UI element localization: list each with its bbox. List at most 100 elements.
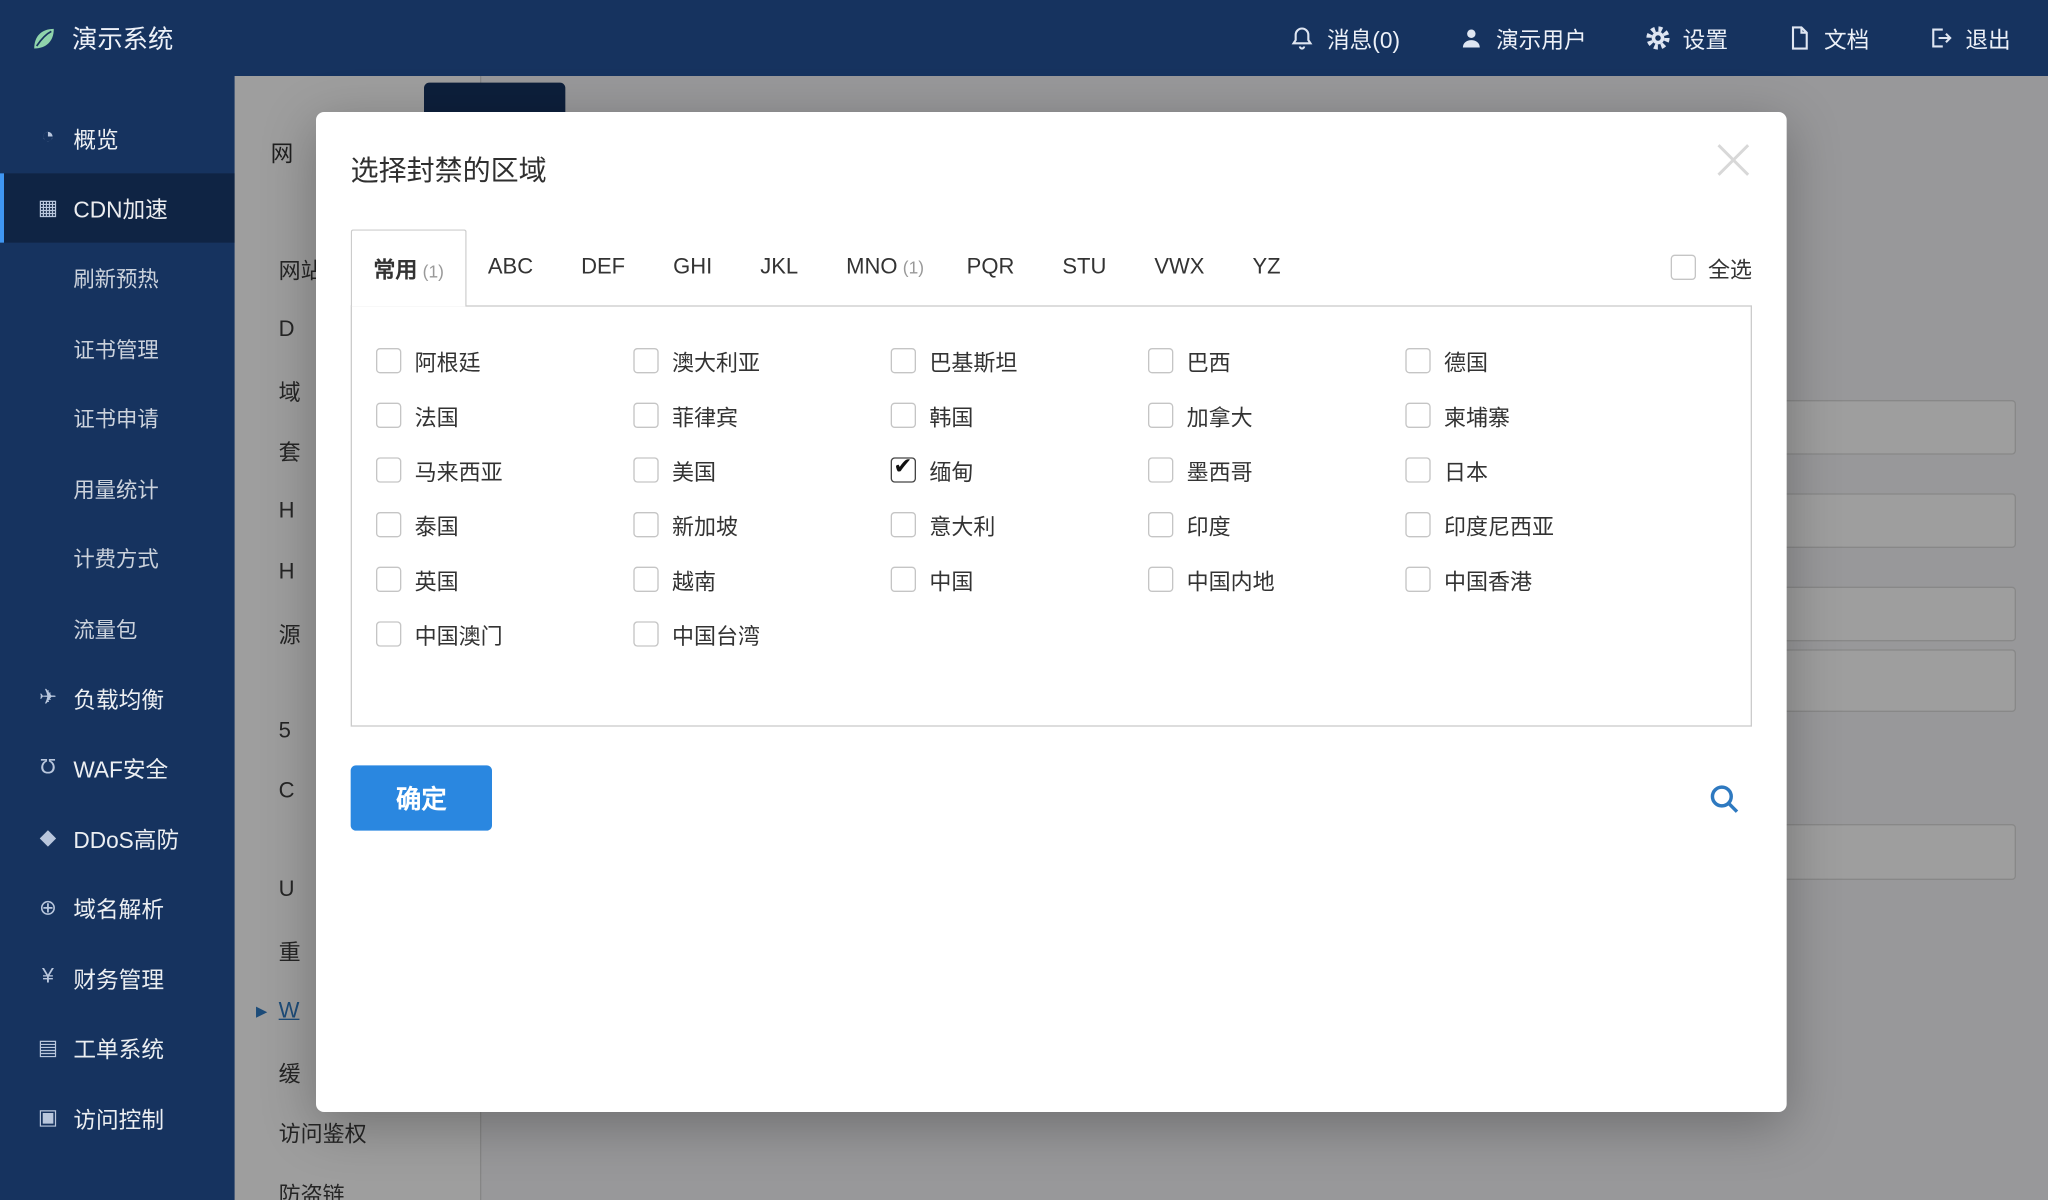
search-icon[interactable] bbox=[1707, 781, 1742, 816]
region-option[interactable]: 巴基斯坦 bbox=[883, 345, 1140, 377]
sidebar-item[interactable]: 流量包 bbox=[0, 593, 235, 663]
region-checkbox[interactable] bbox=[891, 512, 916, 537]
sidebar-item[interactable]: ▣ 访问控制 bbox=[0, 1083, 235, 1153]
region-checkbox[interactable] bbox=[1405, 348, 1430, 373]
region-option[interactable]: 中国内地 bbox=[1140, 563, 1397, 595]
region-checkbox[interactable] bbox=[1148, 457, 1173, 482]
region-option[interactable]: 马来西亚 bbox=[368, 454, 625, 486]
region-checkbox[interactable] bbox=[633, 621, 658, 646]
region-tab[interactable]: MNO(1) bbox=[825, 233, 946, 301]
region-checkbox[interactable] bbox=[1405, 512, 1430, 537]
region-checkbox[interactable] bbox=[376, 348, 401, 373]
select-all-checkbox[interactable] bbox=[1671, 255, 1696, 280]
region-tab[interactable]: VWX bbox=[1133, 233, 1231, 301]
region-tab[interactable]: STU bbox=[1041, 233, 1133, 301]
region-option[interactable]: 柬埔寨 bbox=[1397, 399, 1654, 431]
region-checkbox[interactable] bbox=[633, 348, 658, 373]
region-checkbox[interactable] bbox=[376, 621, 401, 646]
sidebar-item[interactable]: ✈ 负载均衡 bbox=[0, 663, 235, 733]
region-option[interactable]: 澳大利亚 bbox=[625, 345, 882, 377]
region-option[interactable]: 中国 bbox=[883, 563, 1140, 595]
finance-icon: ¥ bbox=[35, 966, 62, 990]
region-option[interactable]: 墨西哥 bbox=[1140, 454, 1397, 486]
region-tab[interactable]: GHI bbox=[652, 233, 739, 301]
sidebar-item[interactable]: ▦ CDN加速 bbox=[0, 173, 235, 243]
region-option[interactable]: 意大利 bbox=[883, 509, 1140, 541]
region-block-modal: 选择封禁的区域 常用(1) ABC DEF bbox=[316, 112, 1787, 1112]
region-option[interactable]: 日本 bbox=[1397, 454, 1654, 486]
sidebar-item-label: 流量包 bbox=[73, 612, 137, 644]
sidebar-item[interactable]: 证书申请 bbox=[0, 383, 235, 453]
region-option[interactable]: 越南 bbox=[625, 563, 882, 595]
sidebar-item[interactable]: 刷新预热 bbox=[0, 243, 235, 313]
modal-title: 选择封禁的区域 bbox=[351, 149, 1752, 189]
close-icon[interactable] bbox=[1707, 133, 1760, 186]
region-checkbox[interactable] bbox=[1405, 403, 1430, 428]
region-checkbox[interactable] bbox=[376, 567, 401, 592]
sidebar-item[interactable]: 计费方式 bbox=[0, 523, 235, 593]
region-label: 日本 bbox=[1444, 454, 1488, 486]
region-option[interactable]: 美国 bbox=[625, 454, 882, 486]
region-option[interactable]: 中国澳门 bbox=[368, 618, 625, 650]
region-label: 越南 bbox=[672, 563, 716, 595]
region-checkbox[interactable] bbox=[1405, 457, 1430, 482]
region-option[interactable]: 泰国 bbox=[368, 509, 625, 541]
region-checkbox[interactable] bbox=[633, 567, 658, 592]
region-checkbox[interactable] bbox=[1148, 403, 1173, 428]
region-label: 新加坡 bbox=[672, 509, 738, 541]
sidebar-item[interactable]: ¥ 财务管理 bbox=[0, 943, 235, 1013]
sidebar-item[interactable]: 用量统计 bbox=[0, 453, 235, 523]
user-nav-item[interactable]: 演示用户 bbox=[1459, 21, 1587, 54]
region-option[interactable]: 韩国 bbox=[883, 399, 1140, 431]
region-tab[interactable]: YZ bbox=[1231, 233, 1307, 301]
region-tabs: 常用(1) ABC DEF GHI JKL bbox=[351, 229, 1752, 305]
logout-nav-item[interactable]: 退出 bbox=[1928, 21, 2011, 54]
region-tab[interactable]: 常用(1) bbox=[351, 229, 467, 306]
region-checkbox[interactable] bbox=[891, 348, 916, 373]
confirm-button[interactable]: 确定 bbox=[351, 765, 492, 830]
region-tab[interactable]: ABC bbox=[467, 233, 560, 301]
brand[interactable]: 演示系统 bbox=[0, 20, 173, 56]
region-checkbox[interactable] bbox=[891, 567, 916, 592]
sidebar-item[interactable]: Ʊ WAF安全 bbox=[0, 733, 235, 803]
region-checkbox[interactable] bbox=[376, 512, 401, 537]
region-option[interactable]: 中国香港 bbox=[1397, 563, 1654, 595]
region-option[interactable]: 缅甸 bbox=[883, 454, 1140, 486]
sidebar-item[interactable]: 证书管理 bbox=[0, 313, 235, 383]
region-option[interactable]: 中国台湾 bbox=[625, 618, 882, 650]
region-checkbox[interactable] bbox=[1148, 348, 1173, 373]
sidebar-item[interactable]: ⊕ 域名解析 bbox=[0, 873, 235, 943]
region-option[interactable]: 德国 bbox=[1397, 345, 1654, 377]
region-checkbox[interactable] bbox=[633, 403, 658, 428]
sidebar-item-label: DDoS高防 bbox=[73, 821, 179, 854]
docs-label: 文档 bbox=[1824, 21, 1869, 54]
region-option[interactable]: 印度尼西亚 bbox=[1397, 509, 1654, 541]
region-option[interactable]: 印度 bbox=[1140, 509, 1397, 541]
sidebar-item[interactable]: ◆ DDoS高防 bbox=[0, 803, 235, 873]
region-option[interactable]: 阿根廷 bbox=[368, 345, 625, 377]
region-option[interactable]: 加拿大 bbox=[1140, 399, 1397, 431]
region-checkbox[interactable] bbox=[1148, 512, 1173, 537]
region-tab[interactable]: DEF bbox=[560, 233, 652, 301]
select-all[interactable]: 全选 bbox=[1671, 251, 1752, 283]
sidebar-item[interactable]: ▤ 工单系统 bbox=[0, 1013, 235, 1083]
region-tab[interactable]: PQR bbox=[945, 233, 1041, 301]
sidebar-item[interactable]: ◔ 概览 bbox=[0, 103, 235, 173]
region-checkbox[interactable] bbox=[376, 457, 401, 482]
region-checkbox[interactable] bbox=[891, 457, 916, 482]
region-checkbox[interactable] bbox=[376, 403, 401, 428]
region-option[interactable]: 菲律宾 bbox=[625, 399, 882, 431]
region-option[interactable]: 法国 bbox=[368, 399, 625, 431]
docs-nav-item[interactable]: 文档 bbox=[1787, 21, 1870, 54]
region-option[interactable]: 英国 bbox=[368, 563, 625, 595]
region-checkbox[interactable] bbox=[891, 403, 916, 428]
region-checkbox[interactable] bbox=[633, 457, 658, 482]
region-option[interactable]: 新加坡 bbox=[625, 509, 882, 541]
region-checkbox[interactable] bbox=[1405, 567, 1430, 592]
settings-nav-item[interactable]: 设置 bbox=[1645, 21, 1728, 54]
region-tab[interactable]: JKL bbox=[739, 233, 825, 301]
region-option[interactable]: 巴西 bbox=[1140, 345, 1397, 377]
region-checkbox[interactable] bbox=[633, 512, 658, 537]
messages-nav-item[interactable]: 消息(0) bbox=[1290, 21, 1400, 54]
region-checkbox[interactable] bbox=[1148, 567, 1173, 592]
